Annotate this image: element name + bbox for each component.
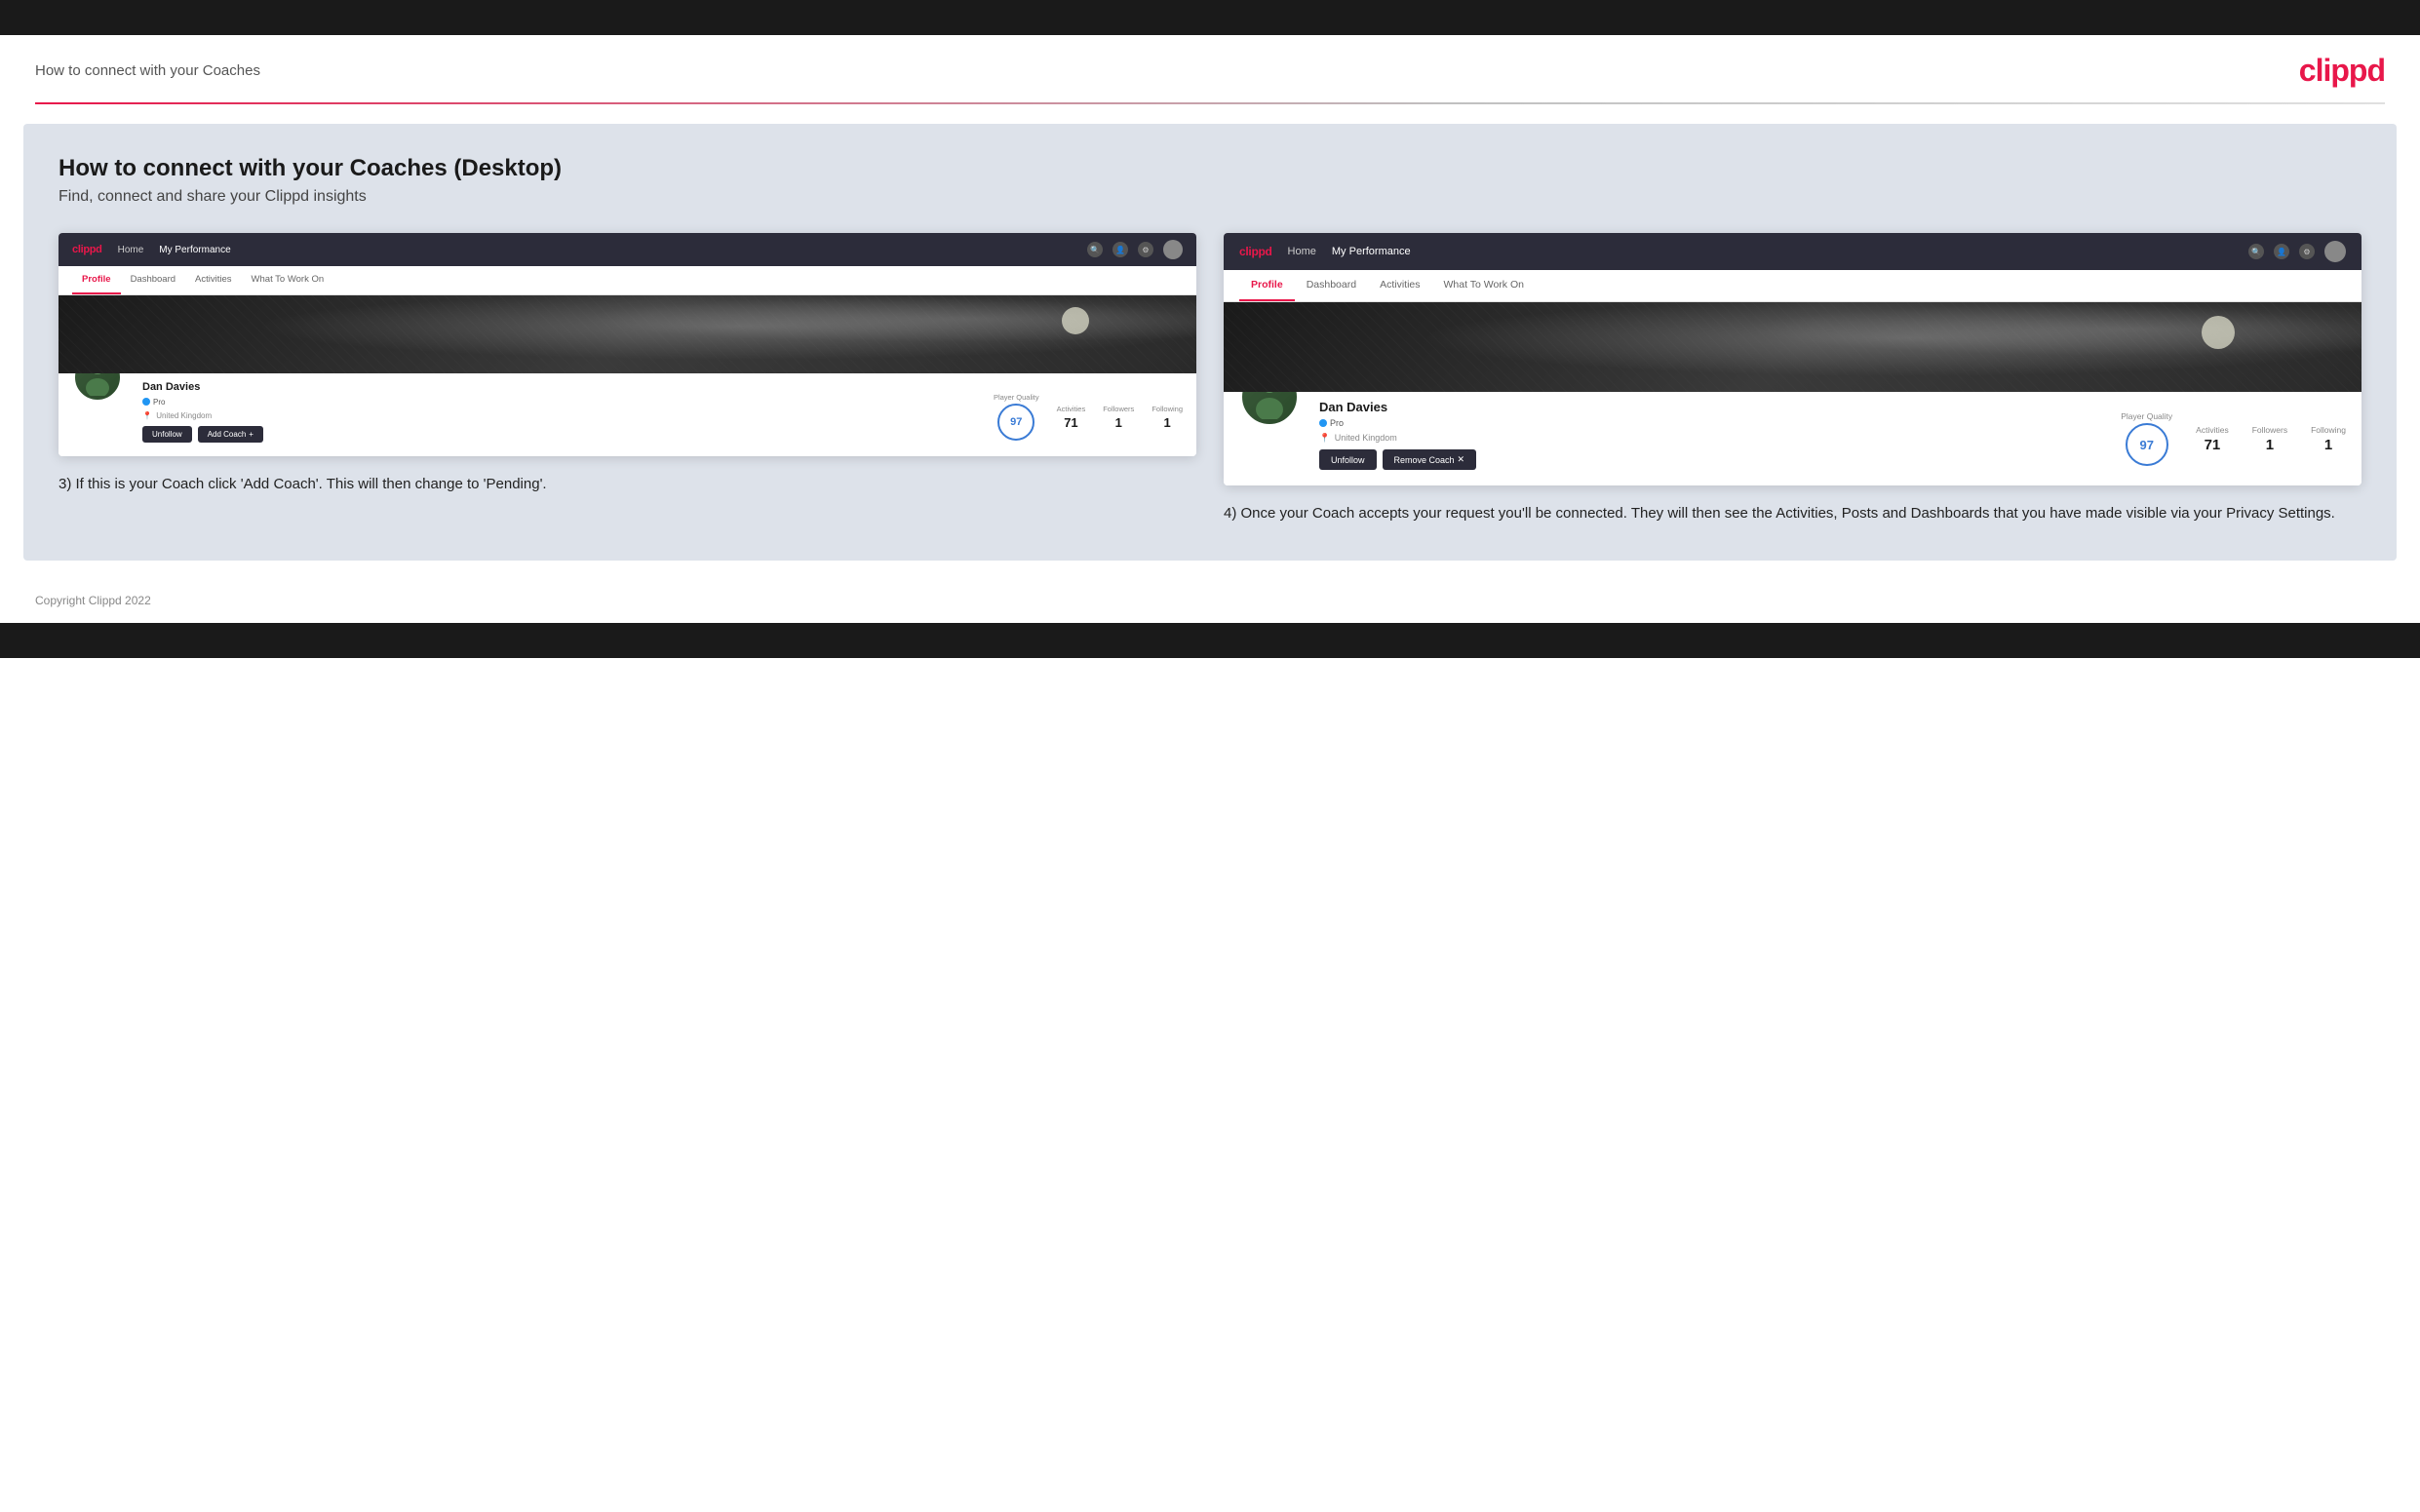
left-nav-icons: 🔍 👤 ⚙	[1087, 240, 1183, 259]
right-mockup: clippd Home My Performance 🔍 👤 ⚙ Profile…	[1224, 233, 2361, 485]
top-bar	[0, 0, 2420, 35]
right-profile-badge: Pro	[1319, 418, 1344, 428]
right-nav-icons: 🔍 👤 ⚙	[2248, 241, 2346, 262]
right-mockup-tabs: Profile Dashboard Activities What To Wor…	[1224, 270, 2361, 302]
right-mockup-nav: clippd Home My Performance 🔍 👤 ⚙	[1224, 233, 2361, 270]
left-profile-location: 📍 United Kingdom	[142, 411, 263, 420]
right-stat-following: Following 1	[2311, 425, 2346, 453]
left-settings-icon[interactable]: ⚙	[1138, 242, 1153, 257]
left-quality-circle: 97	[997, 404, 1034, 441]
right-banner-moon	[2202, 316, 2235, 349]
right-tab-profile[interactable]: Profile	[1239, 270, 1295, 301]
right-mockup-banner	[1224, 302, 2361, 392]
left-search-icon[interactable]: 🔍	[1087, 242, 1103, 257]
page-header: How to connect with your Coaches clippd	[0, 35, 2420, 89]
left-nav-myperformance[interactable]: My Performance	[159, 245, 230, 255]
header-divider	[35, 102, 2385, 104]
right-nav-myperformance[interactable]: My Performance	[1332, 246, 1411, 257]
main-subtitle: Find, connect and share your Clippd insi…	[59, 188, 2361, 206]
copyright-text: Copyright Clippd 2022	[35, 594, 151, 607]
right-unfollow-button[interactable]: Unfollow	[1319, 449, 1377, 470]
left-profile-info: Dan Davies Pro 📍 United Kingdom	[142, 381, 263, 443]
right-stat-quality: Player Quality 97	[2121, 411, 2172, 466]
left-banner-overlay	[59, 295, 1196, 373]
left-badge-icon	[142, 398, 150, 406]
right-mockup-profile: Dan Davies Pro 📍 United Kingdom	[1224, 392, 2361, 485]
page-footer: Copyright Clippd 2022	[0, 580, 2420, 623]
left-tab-dashboard[interactable]: Dashboard	[121, 266, 185, 294]
left-stat-followers: Followers 1	[1103, 405, 1134, 430]
right-column: clippd Home My Performance 🔍 👤 ⚙ Profile…	[1224, 233, 2361, 525]
main-content: How to connect with your Coaches (Deskto…	[23, 124, 2397, 561]
right-banner-overlay	[1224, 302, 2361, 392]
left-profile-buttons: Unfollow Add Coach +	[142, 426, 263, 443]
right-removecoach-button[interactable]: Remove Coach ✕	[1383, 449, 1477, 470]
right-stat-followers: Followers 1	[2252, 425, 2287, 453]
left-mockup-profile: Dan Davies Pro 📍 United Kingdom	[59, 373, 1196, 456]
right-description: 4) Once your Coach accepts your request …	[1224, 503, 2361, 525]
left-mockup-tabs: Profile Dashboard Activities What To Wor…	[59, 266, 1196, 295]
left-mockup-logo: clippd	[72, 244, 102, 255]
right-tab-dashboard[interactable]: Dashboard	[1295, 270, 1368, 301]
right-stat-activities: Activities 71	[2196, 425, 2229, 453]
left-unfollow-button[interactable]: Unfollow	[142, 426, 192, 443]
left-description: 3) If this is your Coach click 'Add Coac…	[59, 474, 1196, 496]
right-mockup-logo: clippd	[1239, 245, 1272, 258]
right-badge-icon	[1319, 419, 1327, 427]
left-user-icon[interactable]: 👤	[1112, 242, 1128, 257]
main-title: How to connect with your Coaches (Deskto…	[59, 155, 2361, 182]
left-stat-activities: Activities 71	[1057, 405, 1086, 430]
left-tab-whattoworkon[interactable]: What To Work On	[242, 266, 334, 294]
right-profile-details: Dan Davies Pro 📍 United Kingdom	[1319, 392, 2346, 470]
left-mockup-banner	[59, 295, 1196, 373]
right-tab-activities[interactable]: Activities	[1368, 270, 1431, 301]
right-search-icon[interactable]: 🔍	[2248, 244, 2264, 259]
right-profile-buttons: Unfollow Remove Coach ✕	[1319, 449, 1476, 470]
right-location-pin: 📍	[1319, 433, 1330, 444]
right-avatar-icon[interactable]	[2324, 241, 2346, 262]
left-tab-activities[interactable]: Activities	[185, 266, 241, 294]
right-profile-name: Dan Davies	[1319, 400, 1476, 414]
left-banner-moon	[1062, 307, 1089, 334]
screenshots-row: clippd Home My Performance 🔍 👤 ⚙ Profile…	[59, 233, 2361, 525]
left-mockup: clippd Home My Performance 🔍 👤 ⚙ Profile…	[59, 233, 1196, 456]
left-mockup-stats: Player Quality 97 Activities 71	[994, 381, 1183, 441]
left-profile-badge: Pro	[142, 398, 165, 407]
right-nav-home[interactable]: Home	[1288, 246, 1316, 257]
left-stat-quality: Player Quality 97	[994, 393, 1039, 441]
left-column: clippd Home My Performance 🔍 👤 ⚙ Profile…	[59, 233, 1196, 496]
right-profile-location: 📍 United Kingdom	[1319, 433, 1476, 444]
left-addcoach-button[interactable]: Add Coach +	[198, 426, 263, 443]
left-profile-details: Dan Davies Pro 📍 United Kingdom	[142, 373, 1183, 443]
left-mockup-nav: clippd Home My Performance 🔍 👤 ⚙	[59, 233, 1196, 266]
clippd-logo: clippd	[2299, 53, 2385, 89]
right-profile-info: Dan Davies Pro 📍 United Kingdom	[1319, 400, 1476, 470]
left-avatar-icon[interactable]	[1163, 240, 1183, 259]
right-mockup-stats: Player Quality 97 Activities 71	[2121, 400, 2346, 466]
right-quality-circle: 97	[2126, 423, 2168, 466]
left-profile-name: Dan Davies	[142, 381, 263, 393]
page-header-title: How to connect with your Coaches	[35, 62, 260, 79]
right-settings-icon[interactable]: ⚙	[2299, 244, 2315, 259]
bottom-bar	[0, 623, 2420, 658]
right-tab-whattoworkon[interactable]: What To Work On	[1432, 270, 1536, 301]
left-nav-home[interactable]: Home	[118, 245, 144, 255]
left-stat-following: Following 1	[1151, 405, 1183, 430]
left-tab-profile[interactable]: Profile	[72, 266, 121, 294]
left-location-pin: 📍	[142, 411, 152, 420]
right-user-icon[interactable]: 👤	[2274, 244, 2289, 259]
